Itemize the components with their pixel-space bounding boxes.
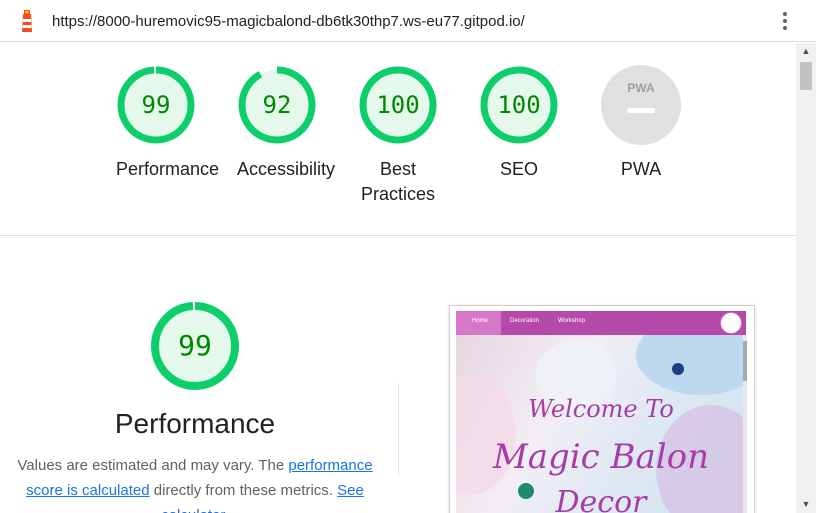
pwa-icon [601, 65, 681, 145]
gauge-score-value: 99 [142, 91, 171, 119]
performance-gauge-large: 99 [150, 301, 240, 391]
gauge-label: Best Practices [360, 159, 436, 204]
description-text-1: Values are estimated and may vary. The [17, 457, 289, 474]
screenshot-nav-decoration: Decoration [510, 318, 540, 324]
gauge-label: SEO [499, 159, 538, 179]
description-text-2: directly from these metrics. [149, 482, 338, 499]
title-bar: https://8000-huremovic95-magicbalond-db6… [0, 0, 816, 42]
screenshot-hero: Welcome To Magic Balon Decor [456, 335, 746, 513]
screenshot-navbar: Home Decoration Workshop [456, 311, 746, 335]
performance-description: Values are estimated and may vary. The p… [10, 453, 380, 513]
kebab-menu-icon[interactable] [778, 10, 792, 34]
pwa-dash [627, 108, 655, 113]
report-content: 99 Performance 92 Accessibility 100 Best Prac… [0, 43, 796, 513]
gauge-score-value: 92 [263, 91, 292, 119]
screenshot-logo [720, 312, 742, 334]
performance-title: Performance [114, 408, 276, 439]
page-screenshot-thumbnail[interactable]: Home Decoration Workshop Welcome To Magi… [449, 305, 755, 513]
screenshot-heading-1: Welcome To [528, 395, 674, 423]
scroll-down-icon[interactable]: ▼ [796, 496, 816, 513]
screenshot-heading-2: Magic Balon [492, 437, 710, 477]
screenshot-nav-home: Home [472, 318, 489, 324]
section-divider [0, 235, 796, 236]
page-scrollbar[interactable]: ▲ ▼ [796, 43, 816, 513]
page-url: https://8000-huremovic95-magicbalond-db6… [52, 13, 525, 30]
screenshot-scrollbar [743, 335, 747, 513]
score-gauge-best-practices[interactable]: 100 Best Practices [358, 65, 438, 207]
performance-score-large: 99 [178, 329, 212, 362]
lighthouse-icon [22, 10, 32, 32]
score-gauge-pwa[interactable]: PWA PWA [601, 65, 681, 182]
pwa-icon-text: PWA [627, 81, 655, 95]
score-gauge-performance[interactable]: 99 Performance [116, 65, 220, 182]
gauge-label: Performance [116, 159, 220, 179]
gauge-score-value: 100 [376, 91, 419, 119]
score-gauge-seo[interactable]: 100 SEO [479, 65, 559, 182]
score-gauge-accessibility[interactable]: 92 Accessibility [237, 65, 336, 182]
vertical-separator [398, 383, 399, 475]
screenshot-nav-workshop: Workshop [558, 318, 585, 324]
scroll-thumb[interactable] [800, 62, 812, 90]
gauge-label: PWA [620, 159, 662, 179]
scroll-up-icon[interactable]: ▲ [796, 43, 816, 60]
gauge-label: Accessibility [237, 159, 336, 179]
gauge-score-value: 100 [497, 91, 540, 119]
screenshot-heading-3: Decor [555, 485, 647, 513]
